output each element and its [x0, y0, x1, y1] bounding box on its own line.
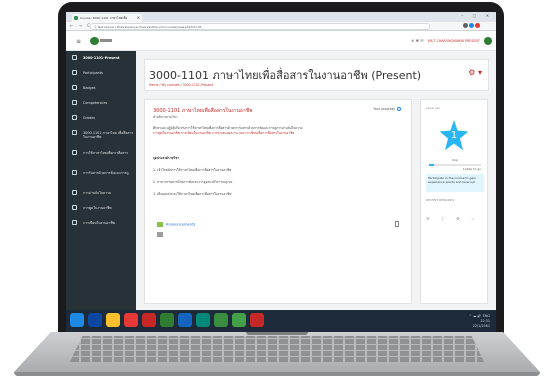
- xp-label: 0xp: [452, 158, 458, 162]
- table-icon: [72, 115, 77, 120]
- chrome-icon[interactable]: [124, 313, 138, 327]
- tab-title: Course: 3000-1101 ภาษาไทยเพื่อ: [80, 16, 128, 20]
- acrobat-icon[interactable]: [142, 313, 156, 327]
- section-subtitle: คำอธิบายรายวิชา: [153, 115, 178, 119]
- site-topbar: ≡ ⊕ ✱ ✉ MS.T CHARONGMANYA PRESENT: [66, 31, 496, 51]
- app-icon[interactable]: [232, 313, 246, 327]
- checkbox-icon: [72, 100, 77, 105]
- tab-close-icon[interactable]: ×: [137, 14, 140, 22]
- gear-icon[interactable]: ⚙ ▾: [468, 68, 482, 77]
- menu-icon[interactable]: [475, 23, 480, 28]
- sidebar-item-section-4[interactable]: การพูดในงานอาชีพ: [66, 201, 136, 216]
- objectives-title: จุดประสงค์รายวิชา: [153, 156, 180, 160]
- main-content: 3000-1101 ภาษาไทยเพื่อสื่อสารในงานอาชีพ …: [136, 51, 496, 310]
- taskbar: ^ ☁ 🔊 ENG 12:31 22/1/2561: [66, 310, 496, 332]
- sidebar-item-section-5[interactable]: การเขียนในงานอาชีพ: [66, 216, 136, 231]
- folder-icon: [72, 190, 77, 195]
- xp-to-go: 120xp to go: [462, 167, 481, 171]
- sidebar-item-competencies[interactable]: Competencies: [66, 96, 136, 111]
- ie-icon[interactable]: [88, 313, 102, 327]
- breadcrumb[interactable]: Home / My courses / 3000-1101-Present: [149, 83, 213, 87]
- level-up-note: Participate in the course to gain experi…: [426, 174, 484, 192]
- sidebar-item-section-3[interactable]: การอ่านจับใจความ: [66, 186, 136, 201]
- lid-notch: [246, 332, 308, 335]
- nav-drawer: 3000-1101-Present Participants Badges Co…: [66, 51, 136, 310]
- xp-progress-fill: [429, 164, 435, 166]
- users-icon: [72, 70, 77, 75]
- graduation-cap-icon: [72, 55, 77, 60]
- shield-icon: [72, 85, 77, 90]
- notification-icons[interactable]: ⊕ ✱ ✉: [411, 38, 424, 43]
- url-field[interactable]: Ⓘ Not secure | thaivanpanya.chiaovanthai…: [90, 23, 430, 30]
- folder-icon: [72, 205, 77, 210]
- section-title[interactable]: 3000-1101 ภาษาไทยเพื่อสื่อสารในงานอาชีพ: [153, 107, 252, 115]
- objective-item: 1. เข้าใจหลักการใช้ภาษาไทยเพื่อการสื่อสา…: [153, 168, 232, 172]
- hamburger-icon[interactable]: ≡: [76, 38, 81, 45]
- objective-item: 3. เห็นคุณค่าและใช้ภาษาไทยเพื่อการสื่อสา…: [153, 192, 232, 196]
- sidebar-item-participants[interactable]: Participants: [66, 66, 136, 81]
- user-menu[interactable]: ⊕ ✱ ✉ MS.T CHARONGMANYA PRESENT: [411, 37, 492, 45]
- user-name[interactable]: MS.T CHARONGMANYA PRESENT: [428, 39, 480, 43]
- sidebar-item-section-2[interactable]: การรับสารด้วยการฟังและการดู: [66, 166, 136, 186]
- objective-item: 2. สามารถรับสารด้วยการฟังและการดูอย่างมี…: [153, 180, 233, 184]
- browser-tab[interactable]: Course: 3000-1101 ภาษาไทยเพื่อ ×: [72, 14, 142, 22]
- sidebar-item-badges[interactable]: Badges: [66, 81, 136, 96]
- favicon-icon: [74, 16, 78, 20]
- avatar[interactable]: [484, 37, 492, 45]
- block-action-icons[interactable]: ☰ ⓘ ⚙ ☆: [426, 216, 480, 222]
- folder-icon[interactable]: [106, 313, 120, 327]
- window-controls[interactable]: – ▢ ✕: [461, 13, 493, 18]
- word-icon[interactable]: [178, 313, 192, 327]
- extension-icon[interactable]: [469, 23, 474, 28]
- laptop-base: [0, 332, 554, 376]
- announcements-link[interactable]: Announcements: [157, 222, 195, 227]
- xp-progress-bar: [429, 164, 481, 166]
- completion-checkbox[interactable]: [395, 221, 399, 227]
- recent-rewards-title: RECENT REWARDS: [426, 198, 455, 202]
- keyboard: [70, 336, 484, 362]
- folder-icon: [72, 220, 77, 225]
- folder-icon: [72, 150, 77, 155]
- star-icon[interactable]: [463, 23, 468, 28]
- browser-tab-strip: Course: 3000-1101 ภาษาไทยเพื่อ × – ▢ ✕: [66, 12, 496, 22]
- folder-icon: [72, 130, 77, 135]
- forum-icon: [157, 222, 163, 227]
- address-bar-row: ← → C ⌂ Ⓘ Not secure | thaivanpanya.chia…: [66, 22, 496, 31]
- laptop-front-edge: [14, 372, 540, 376]
- sidebar-item-grades[interactable]: Grades: [66, 111, 136, 126]
- sidebar-item-course[interactable]: 3000-1101-Present: [66, 51, 136, 66]
- level-number: 1: [450, 130, 458, 141]
- clock-date: 22/1/2561: [472, 324, 490, 328]
- section-description: ศึกษาและปฏิบัติเกี่ยวกับการใช้ภาษาไทยเพื…: [153, 126, 303, 136]
- extension-icons[interactable]: [462, 23, 492, 30]
- laptop-mockup: Course: 3000-1101 ภาษาไทยเพื่อ × – ▢ ✕ ←…: [0, 0, 554, 376]
- sidebar-item-section-1[interactable]: การใช้ภาษาไทยเพื่อการสื่อสาร: [66, 146, 136, 166]
- sidebar-item-section-0[interactable]: 3000-1101 ภาษาไทย เพื่อสื่อสารในงานอาชีพ: [66, 126, 136, 146]
- progress-indicator: Your progress: [373, 107, 401, 111]
- app-icon[interactable]: [196, 313, 210, 327]
- system-tray[interactable]: ^ ☁ 🔊 ENG 12:31 22/1/2561: [469, 314, 490, 329]
- start-icon[interactable]: [70, 313, 84, 327]
- powerpoint-icon[interactable]: [250, 313, 264, 327]
- block-title: Level up!: [426, 106, 440, 110]
- excel-icon[interactable]: [214, 313, 228, 327]
- level-up-block: Level up! 1 0xp 120xp to go Participate …: [420, 99, 488, 304]
- laptop-screen: Course: 3000-1101 ภาษาไทยเพื่อ × – ▢ ✕ ←…: [66, 12, 496, 332]
- app-icon[interactable]: [160, 313, 174, 327]
- info-icon[interactable]: [397, 107, 401, 111]
- file-icon: [157, 232, 163, 237]
- page-title: 3000-1101 ภาษาไทยเพื่อสื่อสารในงานอาชีพ …: [149, 69, 422, 82]
- page-header: 3000-1101 ภาษาไทยเพื่อสื่อสารในงานอาชีพ …: [144, 59, 489, 91]
- site-logo[interactable]: [90, 36, 112, 45]
- folder-icon: [72, 170, 77, 175]
- course-section-card: 3000-1101 ภาษาไทยเพื่อสื่อสารในงานอาชีพ …: [144, 99, 412, 304]
